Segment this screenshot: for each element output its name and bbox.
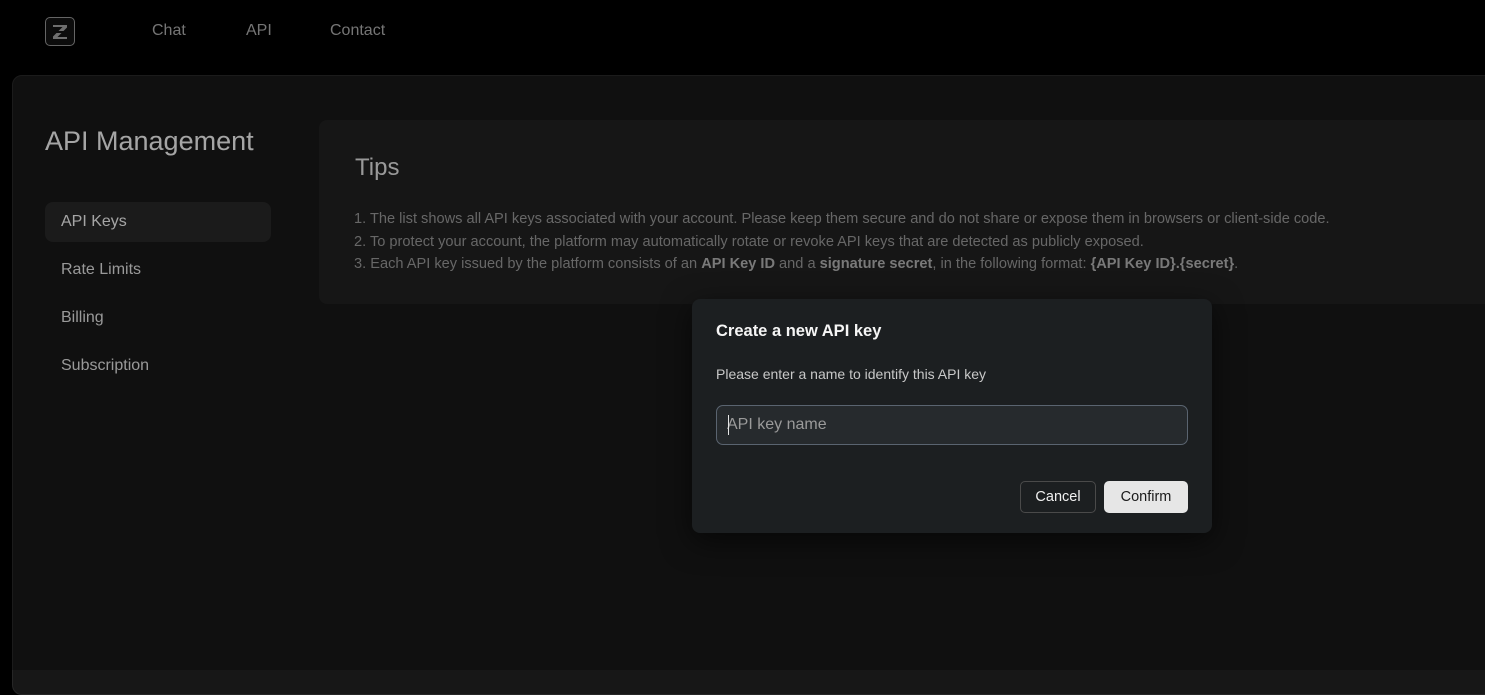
dialog-description: Please enter a name to identify this API… — [716, 366, 987, 382]
create-api-key-dialog: Create a new API key Please enter a name… — [692, 299, 1212, 533]
text-caret — [728, 415, 729, 435]
confirm-button[interactable]: Confirm — [1104, 481, 1188, 513]
api-key-name-input[interactable] — [716, 405, 1188, 445]
dialog-title: Create a new API key — [716, 322, 882, 340]
cancel-button[interactable]: Cancel — [1020, 481, 1096, 513]
